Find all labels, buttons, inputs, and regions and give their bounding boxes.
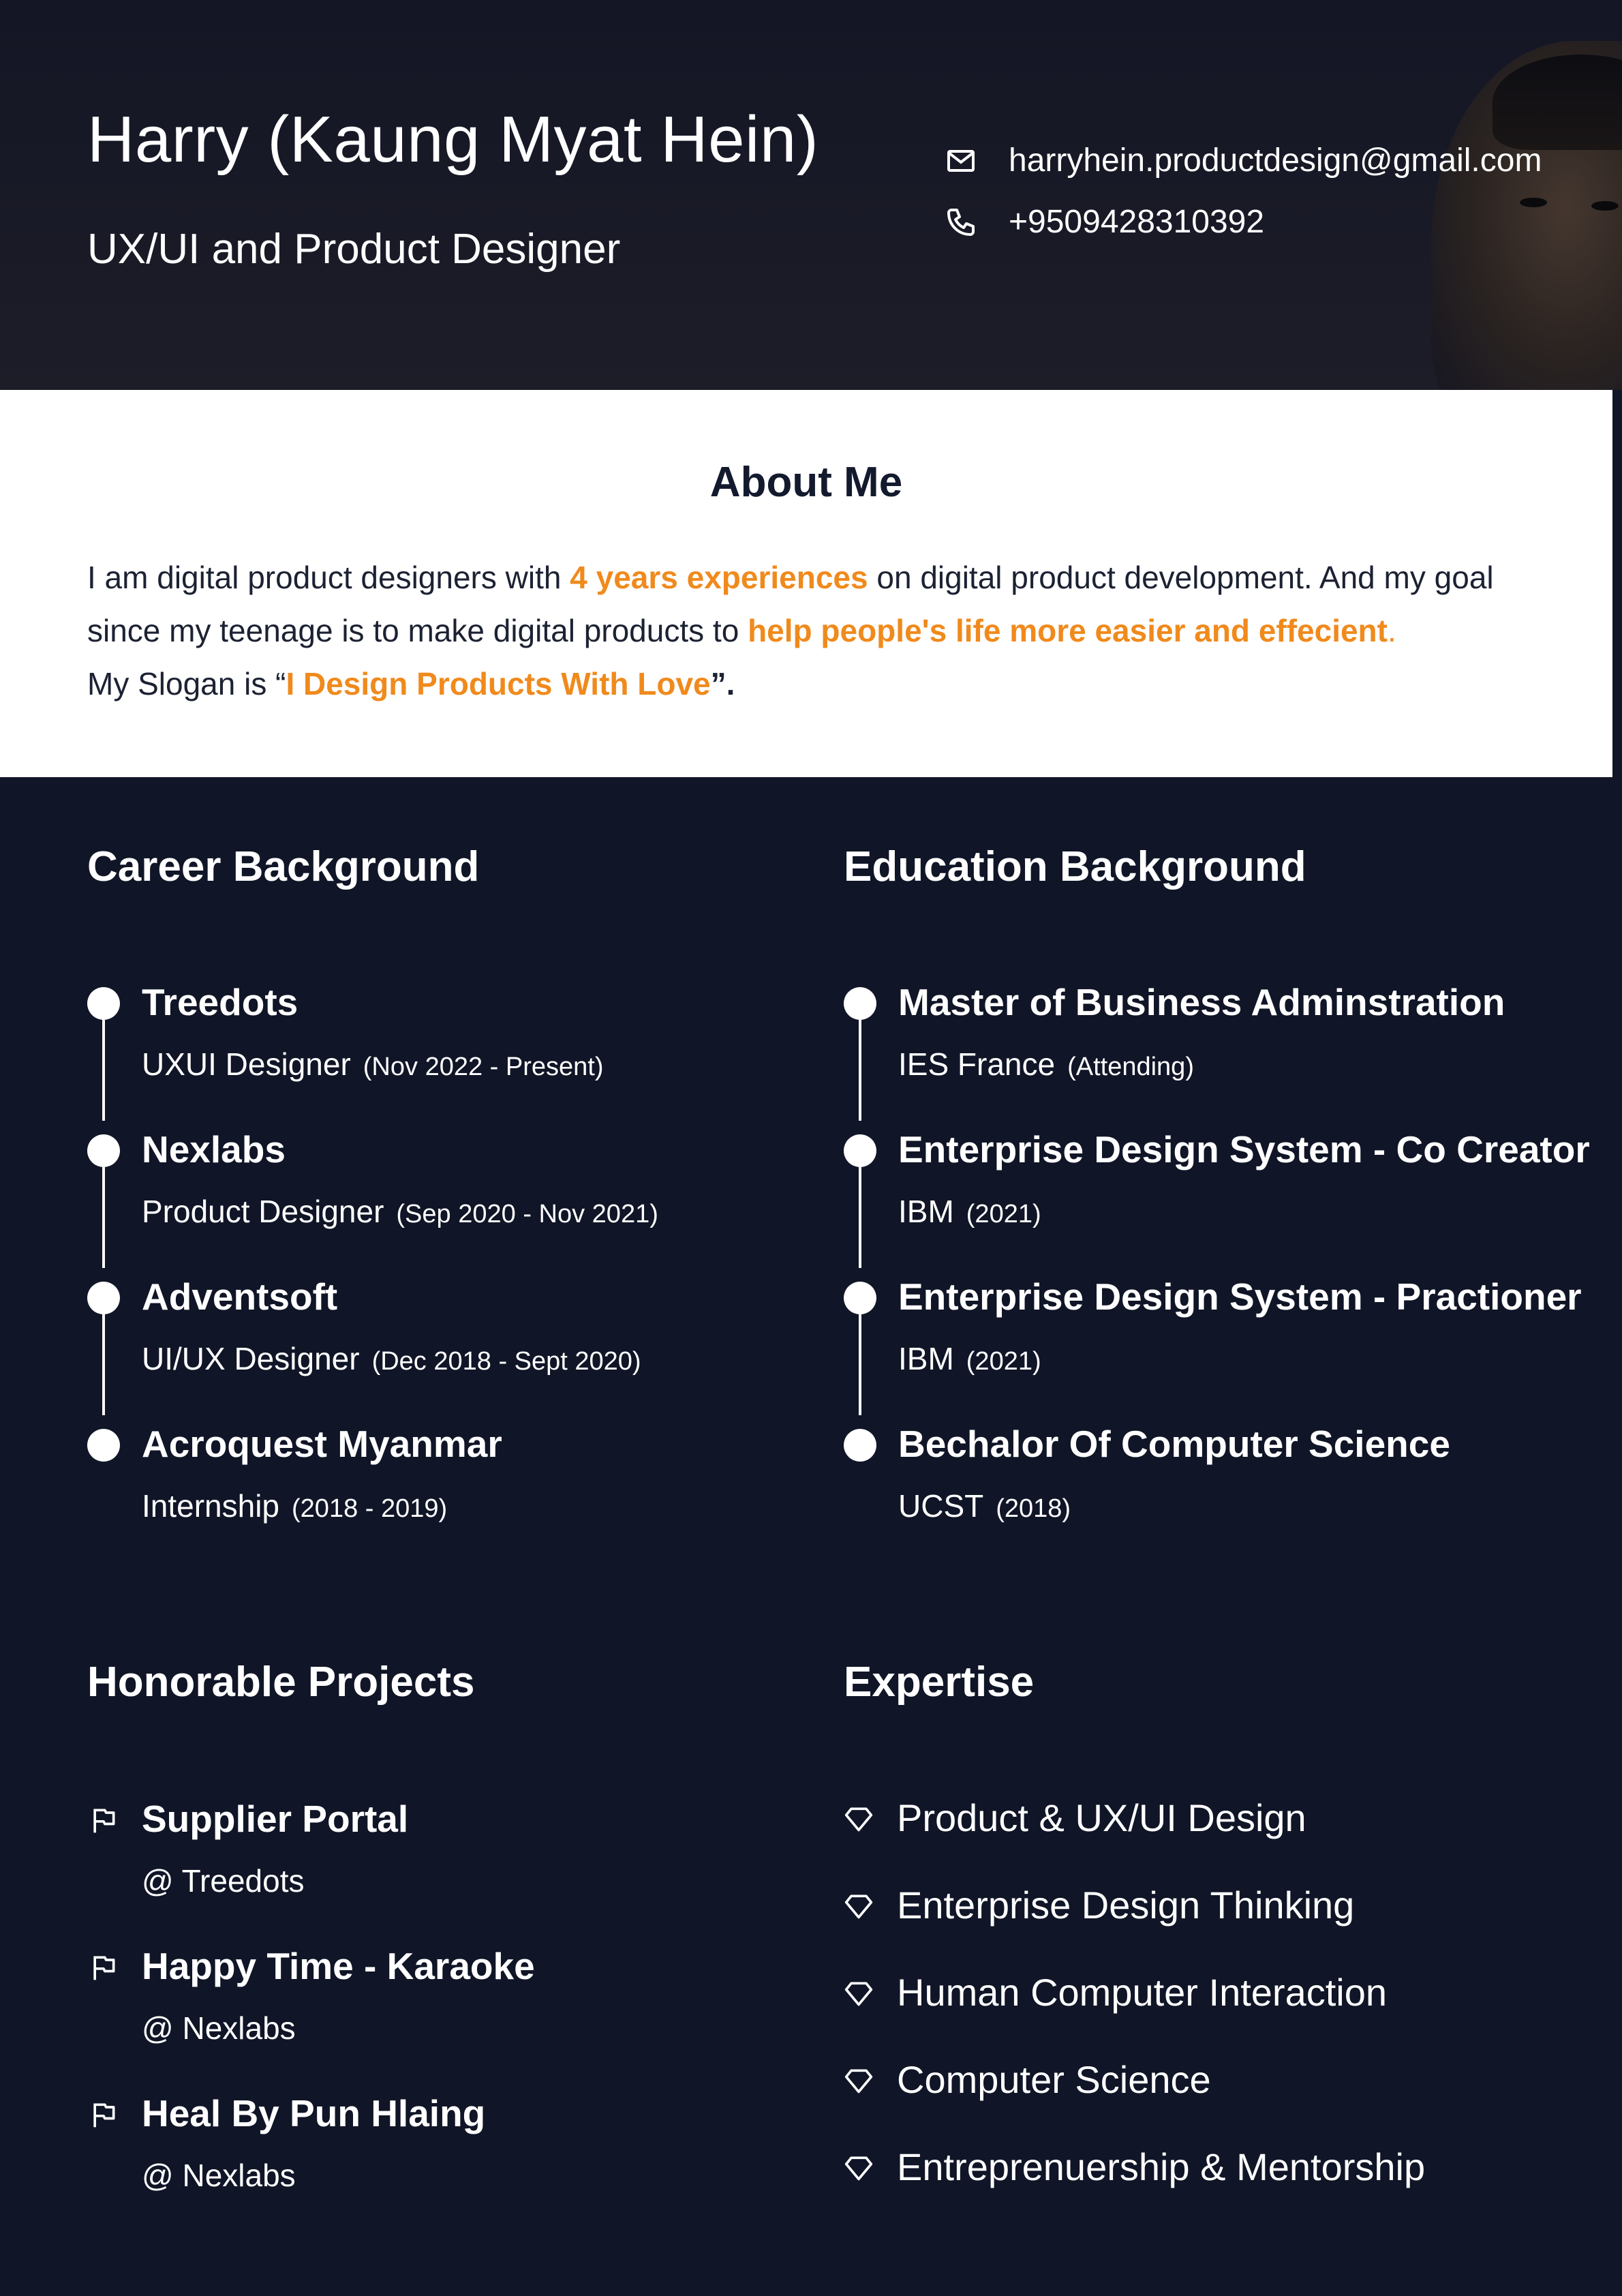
about-highlight-goal: help people's life more easier and effec…	[748, 613, 1388, 648]
timeline-line	[859, 1167, 861, 1268]
education-dates: (2018)	[996, 1494, 1071, 1523]
expertise-item: Entreprenuership & Mentorship	[897, 2145, 1426, 2188]
education-school: IES France	[898, 1046, 1056, 1082]
phone-icon	[947, 208, 975, 236]
timeline-dot	[844, 987, 876, 1020]
education-school: UCST	[898, 1488, 984, 1524]
education-school: IBM	[898, 1194, 954, 1229]
projects-title: Honorable Projects	[87, 1659, 475, 1706]
project-org: @ Treedots	[142, 1863, 305, 1899]
project-name: Heal By Pun Hlaing	[142, 2092, 486, 2134]
career-role-row: Internship (2018 - 2019)	[142, 1487, 447, 1524]
education-school-row: IBM (2021)	[898, 1193, 1041, 1230]
flag-icon	[93, 1809, 115, 1833]
diamond-icon	[844, 1982, 873, 2006]
education-school: IBM	[898, 1341, 954, 1376]
expertise-item: Product & UX/UI Design	[897, 1796, 1306, 1839]
career-role: Product Designer	[142, 1194, 384, 1229]
education-title: Education Background	[844, 843, 1306, 890]
job-title: UX/UI and Product Designer	[87, 226, 621, 273]
about-highlight-experience: 4 years experiences	[570, 560, 868, 595]
timeline-line	[102, 1314, 105, 1415]
timeline-dot	[844, 1134, 876, 1167]
phone-contact[interactable]: +9509428310392	[945, 203, 1264, 241]
career-dates: (Nov 2022 - Present)	[363, 1053, 604, 1081]
diamond-icon	[844, 1894, 873, 1919]
career-role: UXUI Designer	[142, 1046, 351, 1082]
profile-photo-eye	[1591, 201, 1619, 211]
about-text: I am digital product designers with 4 ye…	[87, 551, 1546, 710]
education-school-row: IBM (2021)	[898, 1340, 1041, 1377]
career-title: Career Background	[87, 843, 480, 890]
education-dates: (Attending)	[1067, 1053, 1194, 1081]
diamond-icon	[844, 2069, 873, 2094]
expertise-item: Human Computer Interaction	[897, 1971, 1388, 2014]
career-role-row: UI/UX Designer (Dec 2018 - Sept 2020)	[142, 1340, 641, 1377]
mail-icon	[947, 149, 975, 172]
expertise-item: Enterprise Design Thinking	[897, 1884, 1355, 1927]
profile-photo-eye	[1520, 198, 1547, 207]
project-org: @ Nexlabs	[142, 2158, 296, 2193]
about-text-part: ”.	[710, 666, 735, 701]
career-company: Acroquest Myanmar	[142, 1423, 502, 1465]
education-degree: Enterprise Design System - Practioner	[898, 1275, 1582, 1318]
header-banner: Harry (Kaung Myat Hein) UX/UI and Produc…	[0, 0, 1622, 390]
expertise-item: Computer Science	[897, 2058, 1211, 2101]
education-degree: Enterprise Design System - Co Creator	[898, 1128, 1590, 1170]
timeline-dot	[87, 1134, 120, 1167]
about-text-part: My Slogan is “	[87, 666, 286, 701]
career-role: Internship	[142, 1488, 280, 1524]
career-role-row: UXUI Designer (Nov 2022 - Present)	[142, 1046, 604, 1083]
timeline-line	[859, 1314, 861, 1415]
career-company: Nexlabs	[142, 1128, 286, 1170]
expertise-title: Expertise	[844, 1659, 1035, 1706]
project-name: Supplier Portal	[142, 1798, 409, 1840]
career-role: UI/UX Designer	[142, 1341, 360, 1376]
education-school-row: UCST (2018)	[898, 1487, 1071, 1524]
full-name: Harry (Kaung Myat Hein)	[87, 103, 819, 176]
education-dates: (2021)	[966, 1200, 1041, 1228]
about-title: About Me	[709, 459, 903, 506]
career-company: Adventsoft	[142, 1275, 338, 1318]
email-contact[interactable]: harryhein.productdesign@gmail.com	[945, 142, 1542, 179]
timeline-line	[102, 1020, 105, 1121]
timeline-line	[102, 1167, 105, 1268]
timeline-dot	[844, 1429, 876, 1462]
timeline-dot	[87, 1429, 120, 1462]
diamond-icon	[844, 1807, 873, 1832]
timeline-dot	[87, 1282, 120, 1314]
education-degree: Master of Business Adminstration	[898, 981, 1505, 1023]
timeline-dot	[844, 1282, 876, 1314]
project-name: Happy Time - Karaoke	[142, 1945, 535, 1987]
about-text-part: I am digital product designers with	[87, 560, 570, 595]
flag-icon	[93, 1956, 115, 1980]
email-text[interactable]: harryhein.productdesign@gmail.com	[1009, 142, 1542, 179]
about-text-part: .	[1387, 613, 1396, 648]
career-company: Treedots	[142, 981, 299, 1023]
education-dates: (2021)	[966, 1347, 1041, 1376]
project-org: @ Nexlabs	[142, 2010, 296, 2046]
timeline-dot	[87, 987, 120, 1020]
career-dates: (2018 - 2019)	[292, 1494, 448, 1523]
flag-icon	[93, 2103, 115, 2128]
education-degree: Bechalor Of Computer Science	[898, 1423, 1450, 1465]
diamond-icon	[844, 2156, 873, 2181]
career-role-row: Product Designer (Sep 2020 - Nov 2021)	[142, 1193, 658, 1230]
phone-text[interactable]: +9509428310392	[1009, 203, 1264, 241]
about-highlight-slogan: I Design Products With Love	[286, 666, 711, 701]
career-dates: (Dec 2018 - Sept 2020)	[371, 1347, 641, 1376]
career-dates: (Sep 2020 - Nov 2021)	[396, 1200, 658, 1228]
education-school-row: IES France (Attending)	[898, 1046, 1194, 1083]
timeline-line	[859, 1020, 861, 1121]
